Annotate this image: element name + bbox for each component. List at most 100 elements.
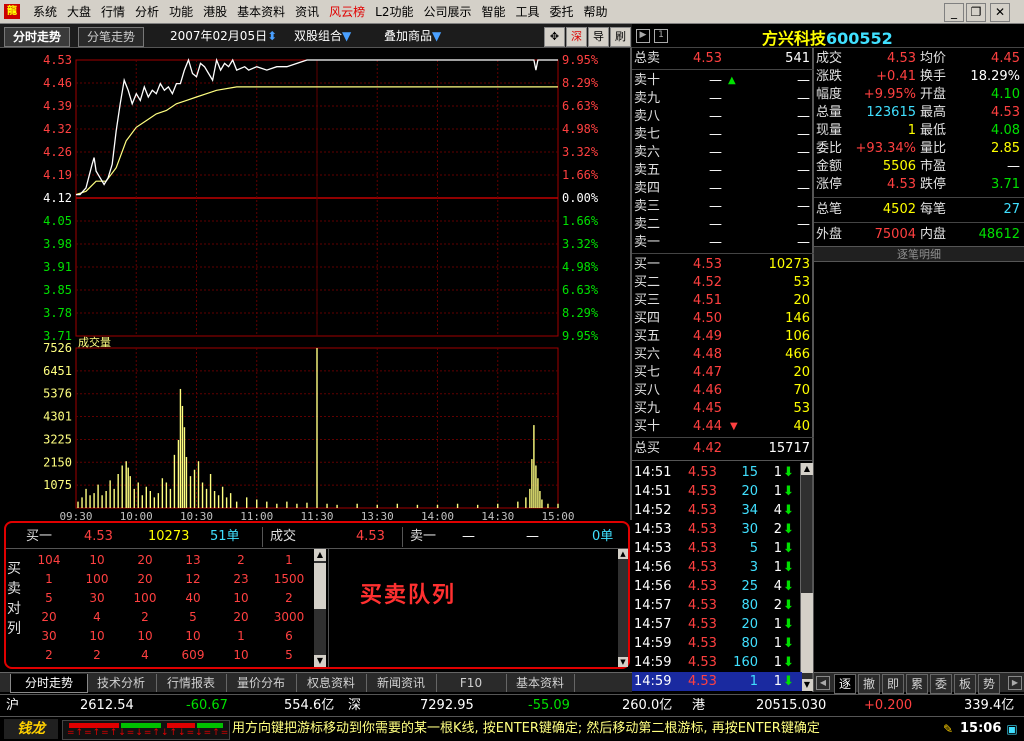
order-book-row[interactable]: 买十 4.44 40 ▼: [632, 418, 814, 436]
bottom-tab[interactable]: F10: [436, 674, 507, 692]
export-button[interactable]: 导: [588, 27, 609, 47]
order-book-row[interactable]: 买三 4.51 20: [632, 292, 814, 310]
trade-row[interactable]: 14:52 4.53 34 4 ⬇: [632, 501, 802, 520]
bottom-tab[interactable]: 技术分析: [86, 674, 157, 692]
trade-row[interactable]: 14:53 4.53 30 2 ⬇: [632, 520, 802, 539]
tab-tick[interactable]: 分笔走势: [78, 27, 145, 47]
trade-row[interactable]: 14:57 4.53 20 1 ⬇: [632, 615, 802, 634]
menu-item[interactable]: 系统: [28, 4, 62, 20]
trade-row[interactable]: 14:56 4.53 25 4 ⬇: [632, 577, 802, 596]
menu-item[interactable]: 港股: [198, 4, 232, 20]
right-arrow-icon[interactable]: ▶: [1008, 676, 1022, 690]
trade-row[interactable]: 14:59 4.53 80 1 ⬇: [632, 634, 802, 653]
menu-item[interactable]: 帮助: [579, 4, 613, 20]
menu-item[interactable]: 风云榜: [324, 4, 370, 20]
order-book-row[interactable]: 买五 4.49 106: [632, 328, 814, 346]
scroll-thumb[interactable]: [314, 563, 326, 609]
deep-button[interactable]: 深: [566, 27, 587, 47]
scroll-up-icon[interactable]: ▲: [801, 463, 813, 475]
order-book-row[interactable]: 买六 4.48 466: [632, 346, 814, 364]
minimize-button[interactable]: _: [944, 3, 964, 22]
order-book-row[interactable]: 总卖 4.53 541: [632, 50, 814, 68]
close-button[interactable]: ✕: [990, 3, 1010, 22]
tab-intraday[interactable]: 分时走势: [4, 27, 71, 47]
scroll-thumb[interactable]: [801, 593, 813, 673]
scroll-down-icon[interactable]: ▼: [314, 655, 326, 667]
order-book-row[interactable]: 卖六 — —: [632, 144, 814, 162]
date-selector[interactable]: 2007年02月05日⬍: [170, 27, 277, 45]
overlay-selector[interactable]: 叠加商品▼: [384, 27, 441, 45]
queue-scrollbar[interactable]: ▲ ▼: [314, 549, 326, 667]
order-book-row[interactable]: 卖八 — —: [632, 108, 814, 126]
order-book-row[interactable]: 卖一 — —: [632, 234, 814, 252]
trade-row[interactable]: 14:56 4.53 3 1 ⬇: [632, 558, 802, 577]
order-book-row[interactable]: 卖三 — —: [632, 198, 814, 216]
refresh-button[interactable]: 刷: [610, 27, 631, 47]
play-icon[interactable]: ▶: [636, 29, 650, 43]
scroll-down-icon[interactable]: ▼: [801, 679, 813, 691]
menu-item[interactable]: 委托: [545, 4, 579, 20]
scroll-down-icon[interactable]: ▼: [618, 657, 628, 667]
order-book-row[interactable]: 买八 4.46 70: [632, 382, 814, 400]
order-book-row[interactable]: 卖五 — —: [632, 162, 814, 180]
order-book-row[interactable]: 总买 4.42 15717: [632, 440, 814, 458]
order-book-row[interactable]: 卖九 — —: [632, 90, 814, 108]
menu-item[interactable]: L2功能: [370, 4, 418, 20]
combo-selector[interactable]: 双股组合▼: [294, 27, 351, 45]
bottom-tab[interactable]: 新闻资讯: [366, 674, 437, 692]
trade-row[interactable]: 14:59 4.53 160 1 ⬇: [632, 653, 802, 672]
right-tab[interactable]: 势: [978, 674, 1000, 694]
menu-item[interactable]: 分析: [130, 4, 164, 20]
book-label: 卖七: [634, 127, 661, 142]
book-vol: 70: [793, 383, 810, 398]
restore-button[interactable]: ❐: [966, 3, 986, 22]
trade-vol: 5: [749, 541, 758, 556]
page-one-icon[interactable]: 1: [654, 29, 668, 43]
order-book-row[interactable]: 买七 4.47 20: [632, 364, 814, 382]
right-tab[interactable]: 委: [930, 674, 952, 694]
trade-row[interactable]: 14:53 4.53 5 1 ⬇: [632, 539, 802, 558]
menu-item[interactable]: 工具: [511, 4, 545, 20]
order-book-row[interactable]: 卖七 — —: [632, 126, 814, 144]
stat-label: 金额: [816, 159, 843, 174]
right-tab[interactable]: 撤: [858, 674, 880, 694]
right-tab[interactable]: 即: [882, 674, 904, 694]
index-strip: 沪 2612.54 -60.67 554.6亿 深 7292.95 -55.09…: [0, 694, 1024, 716]
bottom-tab[interactable]: 量价分布: [226, 674, 297, 692]
right-tab[interactable]: 逐: [834, 674, 856, 694]
menu-item[interactable]: 公司展示: [418, 4, 476, 20]
order-book-row[interactable]: 卖二 — —: [632, 216, 814, 234]
bottom-tab[interactable]: 分时走势: [10, 674, 88, 693]
trade-row[interactable]: 14:51 4.53 20 1 ⬇: [632, 482, 802, 501]
order-book-row[interactable]: 卖四 — —: [632, 180, 814, 198]
left-arrow-icon[interactable]: ◀: [816, 676, 830, 690]
move-tool-button[interactable]: ✥: [544, 27, 565, 47]
right-tab[interactable]: 累: [906, 674, 928, 694]
speaker-icon[interactable]: ✎: [940, 721, 956, 737]
intraday-chart[interactable]: 4.53 9.95% 4.46 8.29% 4.39 6.63% 4.32 4.98% 4.26…: [0, 48, 632, 523]
right-tab[interactable]: 板: [954, 674, 976, 694]
menu-item[interactable]: 大盘: [62, 4, 96, 20]
queue-right-scrollbar[interactable]: ▲ ▼: [618, 549, 628, 667]
trade-row[interactable]: 14:57 4.53 80 2 ⬇: [632, 596, 802, 615]
scroll-up-icon[interactable]: ▲: [618, 549, 628, 559]
bottom-tab[interactable]: 基本资料: [506, 674, 575, 692]
order-book-row[interactable]: 买九 4.45 53: [632, 400, 814, 418]
queue-cell: 40: [185, 591, 201, 605]
menu-item[interactable]: 智能: [476, 4, 510, 20]
trade-count: 1: [773, 541, 782, 556]
order-book-row[interactable]: 买四 4.50 146: [632, 310, 814, 328]
menu-item[interactable]: 基本资料: [232, 4, 290, 20]
bottom-tab[interactable]: 行情报表: [156, 674, 227, 692]
scroll-up-icon[interactable]: ▲: [314, 549, 326, 561]
time-tick-label: 13:30: [361, 510, 394, 520]
order-book-row[interactable]: 卖十 — — ▲: [632, 72, 814, 90]
menu-item[interactable]: 功能: [164, 4, 198, 20]
bottom-tab[interactable]: 权息资料: [296, 674, 367, 692]
trade-row[interactable]: 14:59 4.53 1 1 ⬇: [632, 672, 802, 691]
order-book-row[interactable]: 买二 4.52 53: [632, 274, 814, 292]
menu-item[interactable]: 行情: [96, 4, 130, 20]
trade-row[interactable]: 14:51 4.53 15 1 ⬇: [632, 463, 802, 482]
menu-item[interactable]: 资讯: [290, 4, 324, 20]
order-book-row[interactable]: 买一 4.53 10273: [632, 256, 814, 274]
